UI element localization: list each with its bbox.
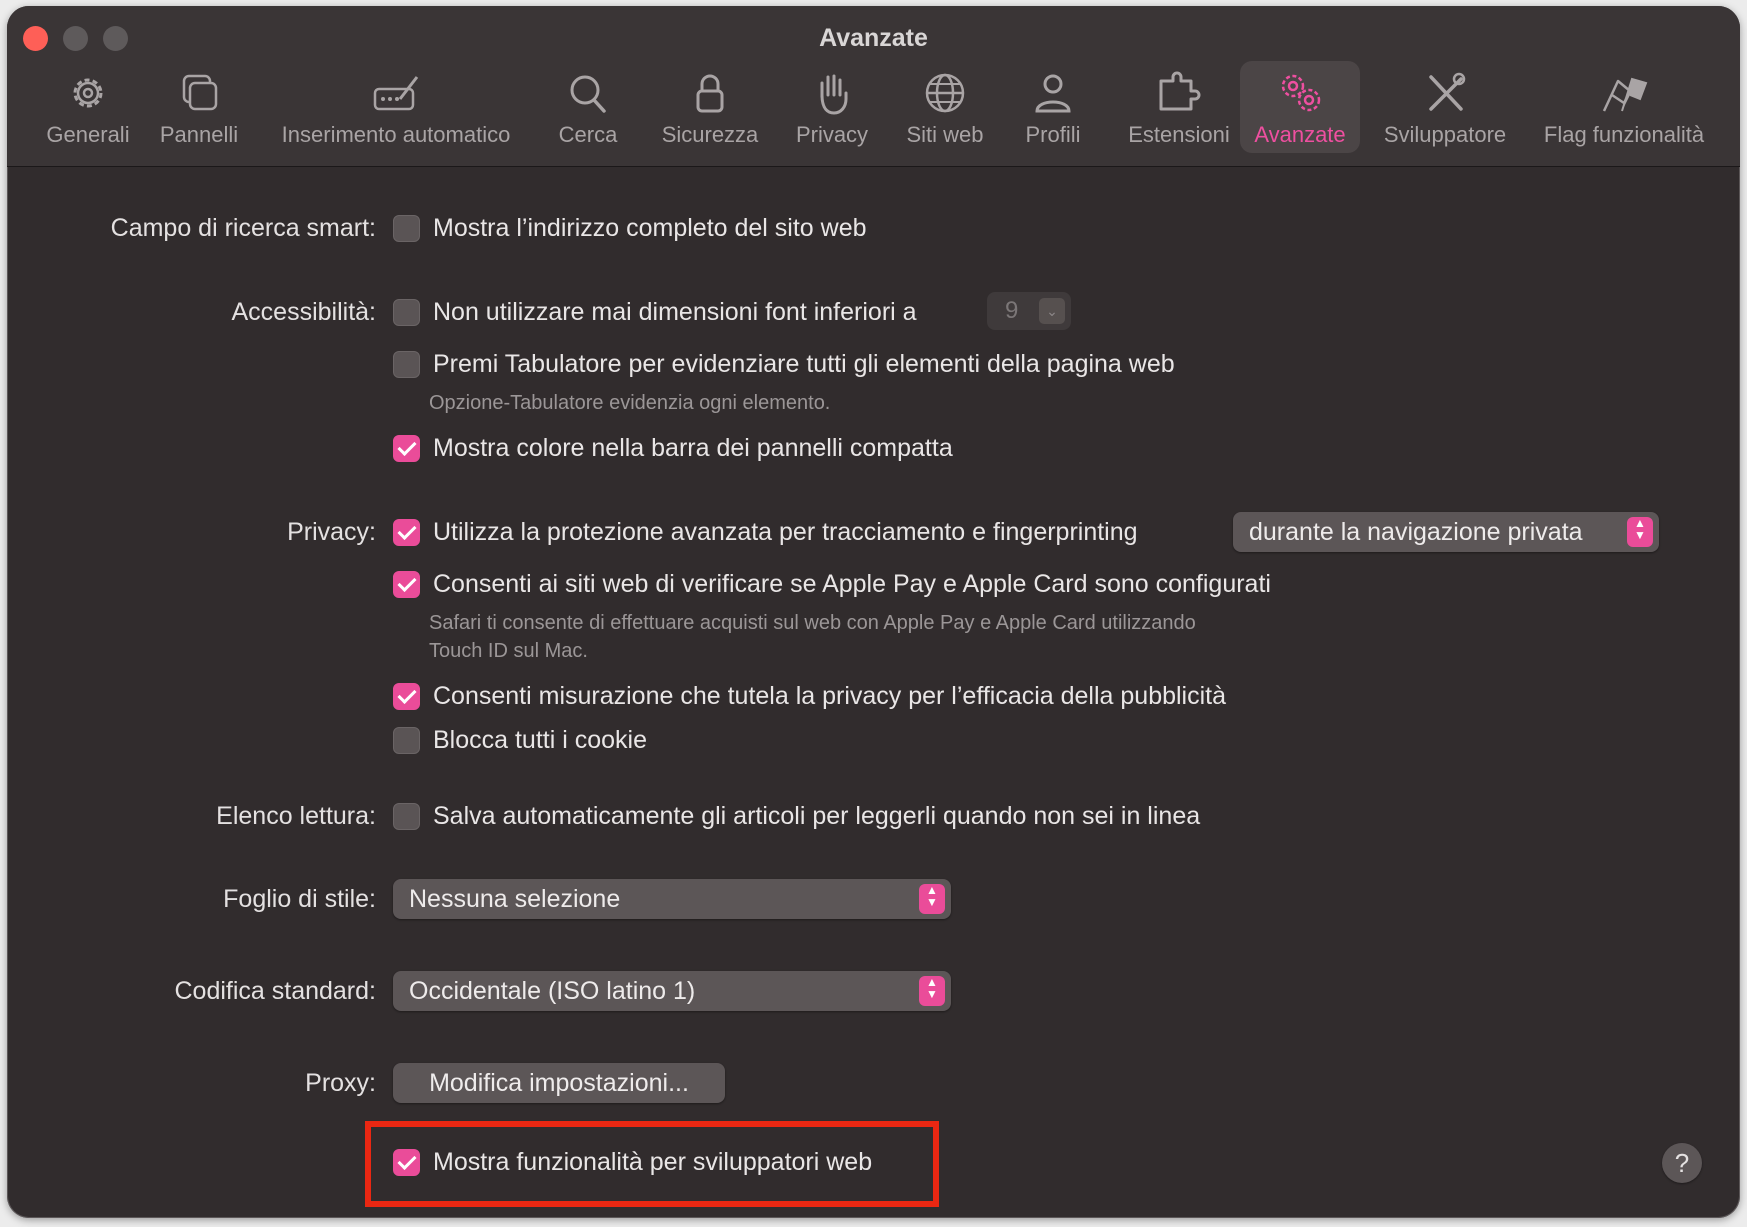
preferences-window: Avanzate Generali Pannelli Inserimento a…: [7, 6, 1740, 1218]
proxy-settings-button[interactable]: Modifica impostazioni...: [393, 1063, 725, 1103]
tabs-icon: [182, 74, 218, 111]
tab-generali[interactable]: Generali: [33, 61, 143, 153]
stepper-arrows-icon: ▲ ▼: [1627, 517, 1653, 547]
block-cookies-checkbox[interactable]: [393, 727, 420, 754]
accessibility-label: Accessibilità:: [231, 298, 377, 326]
tools-icon: [1429, 72, 1466, 111]
tab-label: Sviluppatore: [1383, 122, 1507, 147]
window-title: Avanzate: [819, 24, 928, 52]
min-font-size-select[interactable]: 9 ⌄: [987, 292, 1071, 330]
smart-search-label: Campo di ricerca smart:: [110, 214, 376, 242]
tab-label: Inserimento automatico: [281, 122, 511, 147]
apple-pay-hint-line-1: Safari ti consente di effettuare acquist…: [429, 612, 1196, 634]
tab-sviluppatore[interactable]: Sviluppatore: [1373, 61, 1517, 153]
toolbar: Avanzate Generali Pannelli Inserimento a…: [7, 6, 1740, 167]
developer-features-text: Mostra funzionalità per sviluppatori web: [433, 1148, 873, 1176]
tab-avanzate[interactable]: Avanzate: [1240, 61, 1360, 153]
tab-cerca[interactable]: Cerca: [541, 61, 635, 153]
proxy-label: Proxy:: [305, 1069, 376, 1097]
tab-highlight-text: Premi Tabulatore per evidenziare tutti g…: [433, 350, 1175, 378]
tab-label: Privacy: [795, 122, 869, 147]
reading-list-offline-text: Salva automaticamente gli articoli per l…: [433, 802, 1201, 830]
tab-flag-funzionalita[interactable]: Flag funzionalità: [1529, 61, 1719, 153]
tab-label: Generali: [46, 122, 130, 147]
tab-label: Pannelli: [159, 122, 239, 147]
tab-label: Profili: [1025, 122, 1081, 147]
tab-sicurezza[interactable]: Sicurezza: [647, 61, 773, 153]
person-icon: [1035, 74, 1071, 113]
tab-siti-web[interactable]: Siti web: [891, 61, 999, 153]
tab-label: Estensioni: [1128, 122, 1230, 147]
gear-icon: [73, 78, 103, 108]
tracking-mode-select[interactable]: durante la navigazione privata ▲ ▼: [1233, 512, 1659, 552]
tab-label: Cerca: [558, 122, 618, 147]
tab-profili[interactable]: Profili: [1009, 61, 1097, 153]
block-cookies-text: Blocca tutti i cookie: [433, 726, 647, 754]
gears-icon: [1281, 74, 1321, 112]
stepper-arrows-icon: ▲ ▼: [919, 976, 945, 1006]
privacy-label: Privacy:: [287, 518, 376, 546]
ad-measurement-text: Consenti misurazione che tutela la priva…: [433, 682, 1227, 710]
tab-label: Sicurezza: [661, 122, 759, 147]
tab-privacy[interactable]: Privacy: [785, 61, 879, 153]
tracking-mode-value: durante la navigazione privata: [1249, 518, 1583, 546]
stylesheet-select[interactable]: Nessuna selezione ▲ ▼: [393, 879, 951, 919]
full-address-checkbox[interactable]: [393, 215, 420, 242]
reading-list-offline-checkbox[interactable]: [393, 803, 420, 830]
stylesheet-label: Foglio di stile:: [223, 885, 376, 913]
tab-pannelli[interactable]: Pannelli: [147, 61, 251, 153]
tab-label: Avanzate: [1254, 122, 1346, 147]
tab-highlight-checkbox[interactable]: [393, 351, 420, 378]
apple-pay-text: Consenti ai siti web di verificare se Ap…: [433, 570, 1271, 598]
tracking-protection-text: Utilizza la protezione avanzata per trac…: [433, 518, 1138, 546]
stepper-arrows-icon: ▲ ▼: [919, 884, 945, 914]
ad-measurement-checkbox[interactable]: [393, 683, 420, 710]
tracking-protection-checkbox[interactable]: [393, 519, 420, 546]
min-font-checkbox[interactable]: [393, 299, 420, 326]
encoding-value: Occidentale (ISO latino 1): [409, 977, 696, 1005]
tab-label: Flag funzionalità: [1543, 122, 1705, 147]
tab-estensioni[interactable]: Estensioni: [1117, 61, 1241, 153]
encoding-select[interactable]: Occidentale (ISO latino 1) ▲ ▼: [393, 971, 951, 1011]
tab-highlight-hint: Opzione-Tabulatore evidenzia ogni elemen…: [429, 392, 831, 414]
flags-icon: [1602, 77, 1648, 112]
compact-color-text: Mostra colore nella barra dei pannelli c…: [433, 434, 953, 462]
tab-inserimento-automatico[interactable]: Inserimento automatico: [265, 61, 527, 153]
search-icon: [570, 75, 606, 113]
pencil-field-icon: [373, 76, 419, 111]
apple-pay-checkbox[interactable]: [393, 571, 420, 598]
chevron-down-icon: ⌄: [1039, 298, 1065, 324]
stylesheet-value: Nessuna selezione: [409, 885, 621, 913]
tab-label: Siti web: [906, 122, 984, 147]
lock-icon: [696, 74, 724, 113]
min-font-text: Non utilizzare mai dimensioni font infer…: [433, 298, 917, 326]
min-font-size-value: 9: [1005, 297, 1019, 324]
puzzle-icon: [1159, 71, 1201, 111]
advanced-settings-pane: Campo di ricerca smart: Mostra l’indiriz…: [7, 167, 1740, 1218]
help-button[interactable]: ?: [1662, 1143, 1702, 1183]
apple-pay-hint-line-2: Touch ID sul Mac.: [429, 640, 588, 662]
developer-features-checkbox[interactable]: [393, 1149, 420, 1176]
compact-color-checkbox[interactable]: [393, 435, 420, 462]
globe-icon: [925, 73, 965, 113]
reading-list-label: Elenco lettura:: [216, 802, 376, 830]
encoding-label: Codifica standard:: [174, 977, 376, 1005]
full-address-text: Mostra l’indirizzo completo del sito web: [433, 214, 867, 242]
hand-icon: [820, 74, 848, 115]
